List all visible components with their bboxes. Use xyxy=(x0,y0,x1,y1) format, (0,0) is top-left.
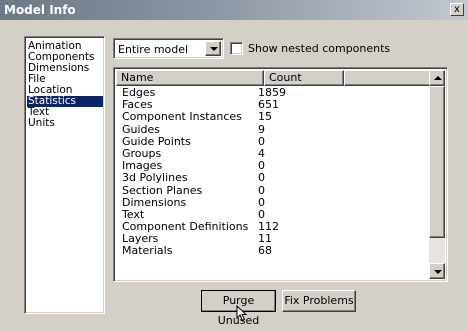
row-name: Component Instances xyxy=(122,110,242,124)
chevron-down-icon[interactable] xyxy=(205,41,221,56)
table-row[interactable]: Component Definitions 112 xyxy=(116,220,432,233)
row-count: 9 xyxy=(258,122,265,136)
title-bar: Model Info x xyxy=(0,0,468,20)
show-nested-checkbox[interactable] xyxy=(230,42,243,55)
row-count: 0 xyxy=(258,183,265,197)
row-count: 68 xyxy=(258,244,272,258)
table-row[interactable]: Guides 9 xyxy=(116,122,432,136)
scope-dropdown-value: Entire model xyxy=(118,43,189,56)
table-row[interactable]: Materials 68 xyxy=(116,245,432,257)
close-icon: x xyxy=(454,4,460,15)
scroll-down-icon[interactable] xyxy=(429,263,445,279)
fix-problems-button[interactable]: Fix Problems xyxy=(282,290,356,312)
row-name: 3d Polylines xyxy=(122,171,188,185)
mouse-cursor-icon xyxy=(236,305,248,322)
table-row[interactable]: Guide Points 0 xyxy=(116,135,432,148)
category-list[interactable]: Animation Components Dimensions File Loc… xyxy=(24,36,105,314)
close-button[interactable]: x xyxy=(450,3,464,16)
table-row[interactable]: Groups 4 xyxy=(116,147,432,160)
scope-dropdown[interactable]: Entire model xyxy=(113,38,224,59)
row-count: 15 xyxy=(258,110,272,124)
window-title: Model Info xyxy=(4,3,76,17)
vertical-scrollbar[interactable] xyxy=(429,70,445,279)
scrollbar-thumb[interactable] xyxy=(429,86,445,238)
column-header-name[interactable]: Name xyxy=(116,70,264,86)
row-name: Materials xyxy=(122,244,173,258)
table-row[interactable]: Component Instances 15 xyxy=(116,111,432,123)
row-count: 0 xyxy=(258,171,265,185)
table-row[interactable]: Section Planes 0 xyxy=(116,183,432,197)
row-name: Guides xyxy=(122,122,161,136)
statistics-table: Name Count Edges 1859 Faces 651 Component … xyxy=(113,67,448,282)
column-header-count[interactable]: Count xyxy=(264,70,344,86)
table-body: Edges 1859 Faces 651 Component Instances 15… xyxy=(116,86,432,258)
scroll-up-icon[interactable] xyxy=(429,70,445,86)
show-nested-label[interactable]: Show nested components xyxy=(248,42,390,55)
sidebar-item-units[interactable]: Units xyxy=(27,118,103,129)
table-header: Name Count xyxy=(116,70,432,86)
column-header-filler xyxy=(344,70,432,86)
table-row[interactable]: Dimensions 0 xyxy=(116,196,432,209)
table-row[interactable]: 3d Polylines 0 xyxy=(116,172,432,184)
row-name: Section Planes xyxy=(122,183,203,197)
